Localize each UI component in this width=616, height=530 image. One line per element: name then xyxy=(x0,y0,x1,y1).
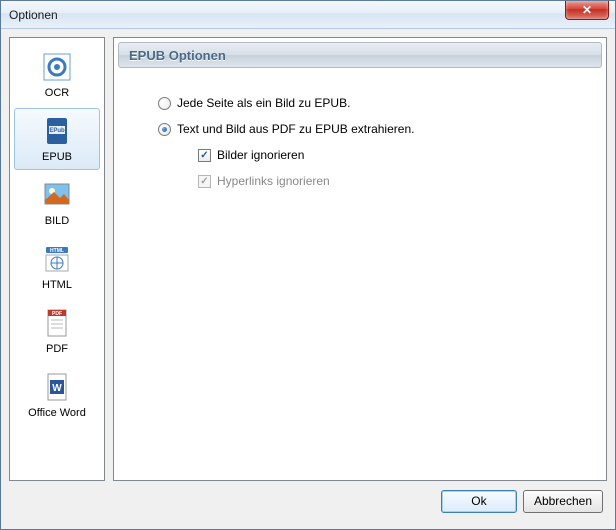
sidebar-item-label: PDF xyxy=(46,343,68,355)
content-panel: EPUB Optionen Jede Seite als ein Bild zu… xyxy=(113,37,607,481)
sidebar-item-label: OCR xyxy=(45,87,69,99)
html-icon: HTML xyxy=(39,241,75,277)
checkbox-icon: ✓ xyxy=(198,175,211,188)
ocr-icon xyxy=(39,49,75,85)
sidebar-item-label: EPUB xyxy=(42,151,72,163)
cancel-button[interactable]: Abbrechen xyxy=(523,490,603,513)
close-button[interactable]: ✕ xyxy=(565,1,609,20)
image-icon xyxy=(39,177,75,213)
button-label: Ok xyxy=(471,494,486,508)
checkbox-label: Bilder ignorieren xyxy=(217,148,304,162)
window-title: Optionen xyxy=(9,8,58,22)
radio-label: Text und Bild aus PDF zu EPUB extrahiere… xyxy=(177,122,414,136)
epub-icon: EPub xyxy=(39,113,75,149)
ok-button[interactable]: Ok xyxy=(441,490,517,513)
svg-text:PDF: PDF xyxy=(52,311,62,317)
svg-text:EPub: EPub xyxy=(49,128,65,134)
sidebar-item-ocr[interactable]: OCR xyxy=(14,44,100,106)
word-icon: W xyxy=(39,369,75,405)
sidebar: OCR EPub EPUB xyxy=(9,37,105,481)
close-icon: ✕ xyxy=(582,3,592,17)
dialog-footer: Ok Abbrechen xyxy=(9,481,607,521)
dialog-body: OCR EPub EPUB xyxy=(1,29,615,529)
section-header: EPUB Optionen xyxy=(118,42,602,68)
pdf-icon: PDF xyxy=(39,305,75,341)
sidebar-item-label: BILD xyxy=(45,215,69,227)
sidebar-item-bild[interactable]: BILD xyxy=(14,172,100,234)
main-row: OCR EPub EPUB xyxy=(9,37,607,481)
radio-icon xyxy=(158,123,171,136)
radio-each-page-image[interactable]: Jede Seite als ein Bild zu EPUB. xyxy=(158,96,586,110)
svg-text:HTML: HTML xyxy=(50,248,64,254)
radio-icon xyxy=(158,97,171,110)
dialog-window: Optionen ✕ OCR xyxy=(0,0,616,530)
sidebar-item-word[interactable]: W Office Word xyxy=(14,364,100,426)
checkbox-icon: ✓ xyxy=(198,149,211,162)
titlebar: Optionen ✕ xyxy=(1,1,615,29)
checkbox-ignore-images[interactable]: ✓ Bilder ignorieren xyxy=(198,148,586,162)
sidebar-item-label: HTML xyxy=(42,279,72,291)
button-label: Abbrechen xyxy=(534,494,592,508)
sidebar-item-label: Office Word xyxy=(28,407,86,419)
section-title: EPUB Optionen xyxy=(129,48,226,63)
radio-label: Jede Seite als ein Bild zu EPUB. xyxy=(177,96,350,110)
radio-extract-text-image[interactable]: Text und Bild aus PDF zu EPUB extrahiere… xyxy=(158,122,586,136)
checkbox-ignore-hyperlinks: ✓ Hyperlinks ignorieren xyxy=(198,174,586,188)
sidebar-item-pdf[interactable]: PDF PDF xyxy=(14,300,100,362)
sidebar-item-html[interactable]: HTML HTML xyxy=(14,236,100,298)
options-group: Jede Seite als ein Bild zu EPUB. Text un… xyxy=(114,72,606,188)
checkbox-label: Hyperlinks ignorieren xyxy=(217,174,330,188)
svg-text:W: W xyxy=(52,383,62,394)
sidebar-item-epub[interactable]: EPub EPUB xyxy=(14,108,100,170)
